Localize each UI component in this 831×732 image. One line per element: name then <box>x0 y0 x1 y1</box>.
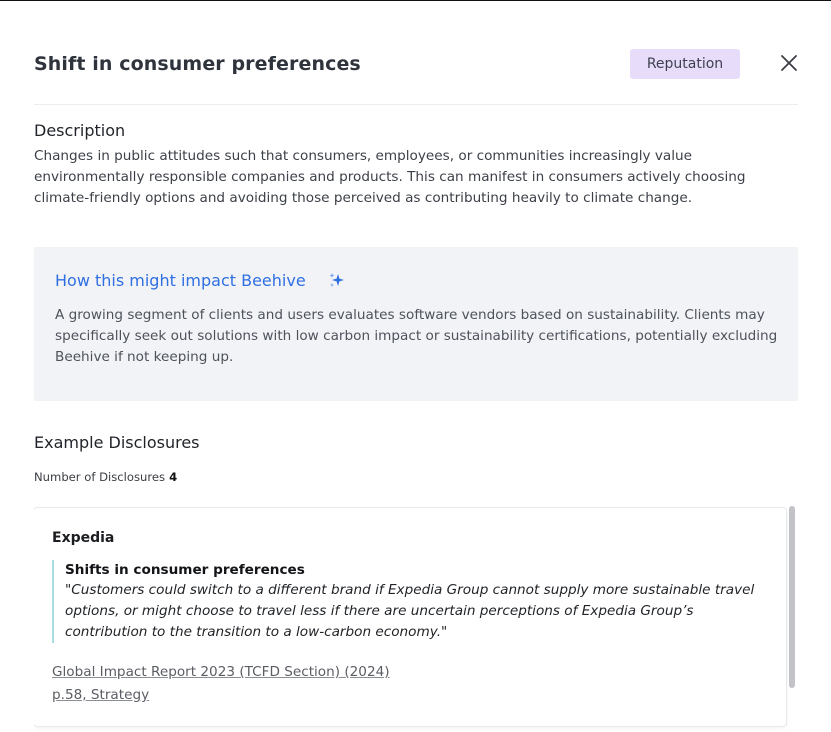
description-text: Changes in public attitudes such that co… <box>34 148 746 206</box>
disclosure-card: Expedia Shifts in consumer preferences "… <box>34 508 786 726</box>
source-report-link[interactable]: Global Impact Report 2023 (TCFD Section)… <box>52 661 390 684</box>
quote-title: Shifts in consumer preferences <box>65 562 305 578</box>
impact-text: A growing segment of clients and users e… <box>55 307 778 365</box>
disclosure-quote: Shifts in consumer preferences "Customer… <box>52 560 776 643</box>
disclosures-list[interactable]: Expedia Shifts in consumer preferences "… <box>34 506 798 732</box>
close-icon[interactable] <box>778 52 800 74</box>
risk-detail-modal: Shift in consumer preferences Reputation… <box>0 1 831 732</box>
impact-panel: How this might impact Beehive A growing … <box>34 247 798 401</box>
impact-heading: How this might impact Beehive <box>55 271 306 290</box>
company-name: Expedia <box>52 530 115 546</box>
scrollbar[interactable] <box>788 506 796 732</box>
source-page-link[interactable]: p.58, Strategy <box>52 684 390 707</box>
disclosure-count-value: 4 <box>169 470 178 484</box>
description-heading: Description <box>34 121 126 140</box>
disclosure-count: Number of Disclosures 4 <box>34 470 177 484</box>
sparkle-icon <box>327 271 347 291</box>
modal-title: Shift in consumer preferences <box>34 53 361 75</box>
modal-header: Shift in consumer preferences Reputation <box>34 45 798 105</box>
scrollbar-thumb[interactable] <box>789 506 795 688</box>
examples-heading: Example Disclosures <box>34 433 200 452</box>
disclosure-source: Global Impact Report 2023 (TCFD Section)… <box>52 661 390 707</box>
category-badge: Reputation <box>630 49 740 79</box>
quote-text: "Customers could switch to a different b… <box>65 582 755 640</box>
disclosure-count-label: Number of Disclosures <box>34 470 166 484</box>
